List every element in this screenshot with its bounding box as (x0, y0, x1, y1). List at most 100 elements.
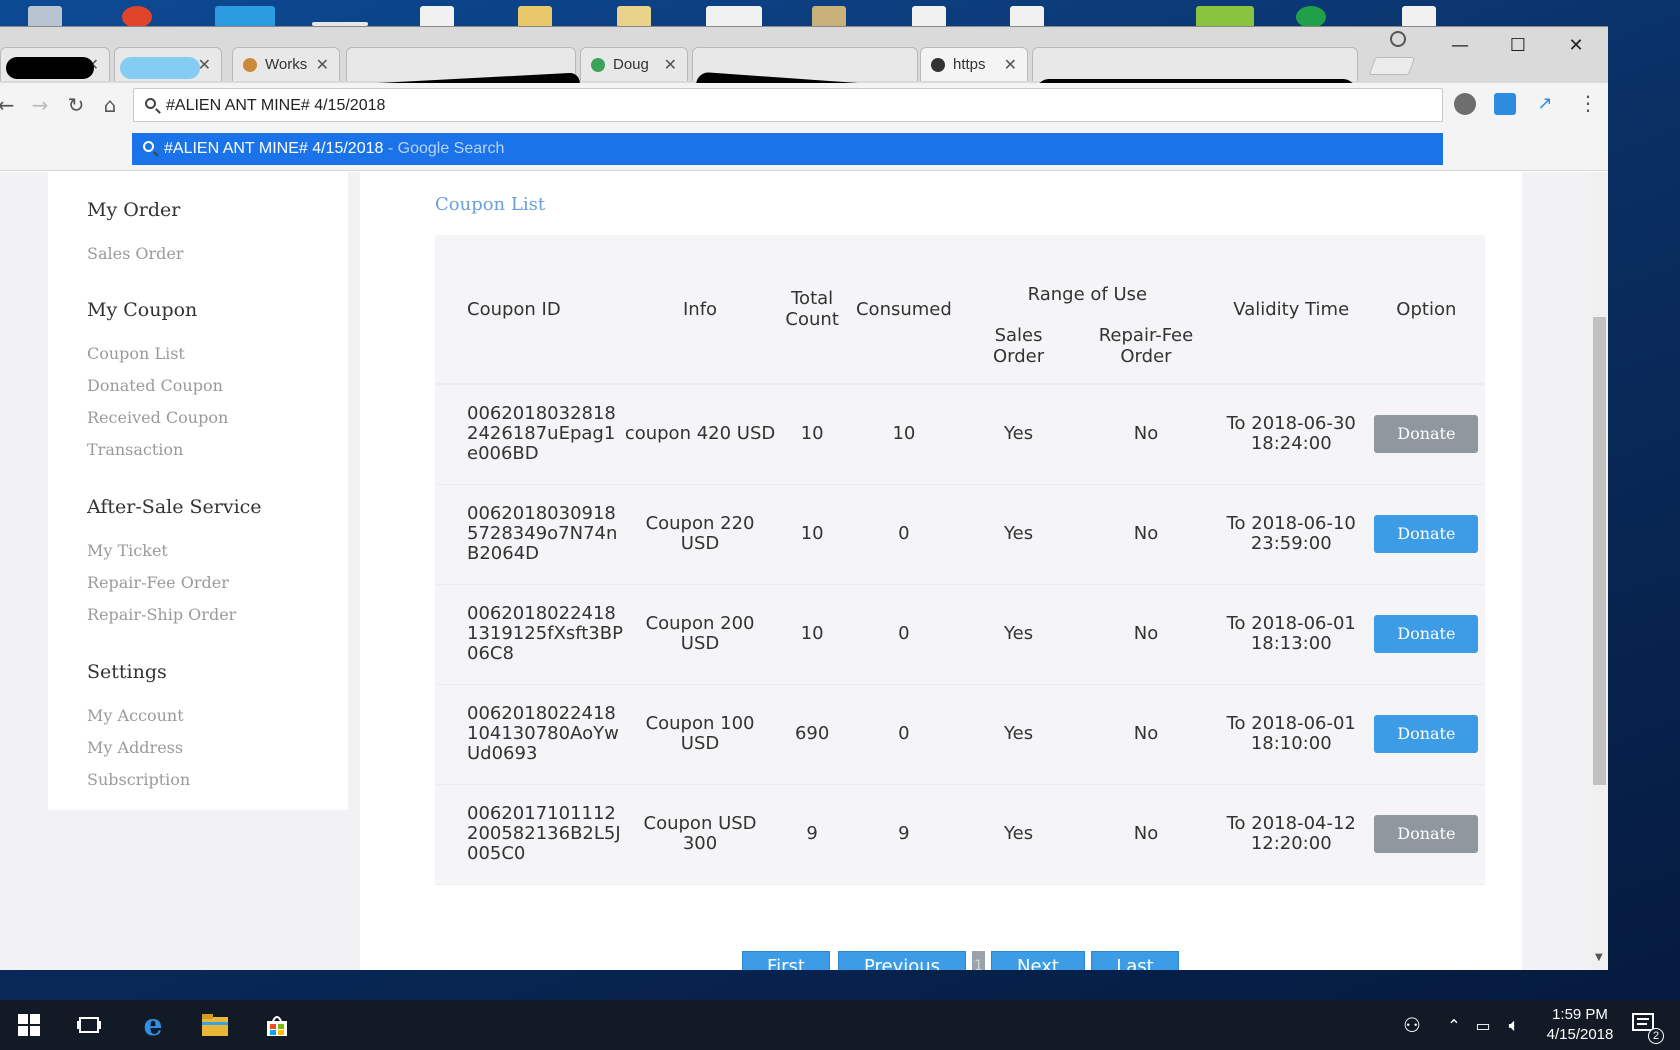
close-tab-icon[interactable]: ✕ (664, 55, 677, 75)
desktop-icon[interactable] (1196, 6, 1254, 28)
desktop-icon[interactable] (1402, 6, 1436, 28)
sidebar-heading-after-sale: After-Sale Service (87, 496, 262, 518)
edge-browser-icon[interactable]: e (136, 1008, 170, 1043)
previous-page-button[interactable]: Previous (838, 951, 966, 970)
desktop-icon[interactable] (420, 6, 454, 28)
validity-time-cell: To 2018-06-10 23:59:00 (1226, 513, 1356, 554)
task-view-icon[interactable] (72, 1008, 106, 1042)
profile-icon[interactable] (1390, 31, 1406, 47)
close-tab-icon[interactable]: ✕ (1004, 55, 1017, 75)
browser-tab[interactable] (1032, 47, 1358, 81)
browser-menu-icon[interactable]: ⋮ (1578, 91, 1598, 115)
sidebar-item-repair-ship-order[interactable]: Repair-Ship Order (87, 605, 236, 624)
coupon-table: Coupon ID Info Total Count Consumed Rang… (435, 235, 1485, 885)
suggestion-hint: - Google Search (387, 140, 505, 157)
windows-start-icon[interactable] (12, 1008, 46, 1042)
sidebar-item-donated-coupon[interactable]: Donated Coupon (87, 376, 223, 395)
sidebar-item-my-account[interactable]: My Account (87, 706, 184, 725)
desktop-icon[interactable] (215, 6, 275, 28)
option-cell: Donate (1368, 684, 1485, 784)
consumed-cell: 0 (898, 623, 910, 644)
extension-expand-icon[interactable] (1494, 93, 1516, 115)
consumed-cell: 0 (898, 723, 910, 744)
close-tab-icon[interactable]: ✕ (316, 55, 329, 75)
home-icon[interactable]: ⌂ (96, 91, 124, 119)
sidebar-heading-my-order: My Order (87, 199, 181, 221)
scrollbar-thumb[interactable] (1593, 317, 1606, 785)
browser-tab[interactable]: Works ✕ (232, 47, 340, 81)
donate-button[interactable]: Donate (1374, 615, 1479, 653)
reload-icon[interactable]: ↻ (62, 91, 90, 119)
desktop-icon[interactable] (1010, 6, 1044, 28)
action-center-icon[interactable]: 2 (1628, 1008, 1664, 1044)
sidebar-item-my-address[interactable]: My Address (87, 738, 183, 757)
sidebar-item-my-ticket[interactable]: My Ticket (87, 541, 168, 560)
sales-order-cell: Yes (1004, 723, 1034, 744)
desktop-icon[interactable] (1296, 6, 1326, 28)
search-icon (143, 141, 154, 152)
scroll-down-arrow-icon[interactable]: ▼ (1595, 952, 1603, 963)
browser-window: ✕ ✕ Works ✕ Doug ✕ https ✕ — ☐ (0, 26, 1608, 970)
browser-toolbar: ← → ↻ ⌂ #ALIEN ANT MINE# 4/15/2018 ↗ ⋮ (0, 83, 1608, 129)
donate-button[interactable]: Donate (1374, 515, 1479, 553)
file-explorer-icon[interactable] (198, 1008, 232, 1042)
desktop-icon[interactable] (812, 6, 846, 28)
sales-order-cell: Yes (1004, 523, 1034, 544)
sales-order-cell: Yes (1004, 423, 1034, 445)
store-icon[interactable] (260, 1008, 294, 1042)
minimize-icon[interactable]: — (1432, 29, 1488, 61)
column-header-sales-order: Sales Order (992, 325, 1045, 367)
option-cell: Donate (1368, 484, 1485, 584)
forward-icon[interactable]: → (26, 91, 54, 119)
column-header-total-count: Total Count (785, 288, 839, 330)
next-page-button[interactable]: Next (991, 951, 1085, 970)
extension-link-icon[interactable]: ↗ (1534, 93, 1556, 115)
breadcrumb[interactable]: Coupon List (435, 194, 545, 215)
address-text: #ALIEN ANT MINE# 4/15/2018 (166, 97, 386, 114)
validity-time-cell: To 2018-04-12 12:20:00 (1226, 813, 1356, 854)
volume-icon[interactable]: 🔈︎ (1497, 1008, 1531, 1042)
browser-tab-active[interactable]: https ✕ (920, 47, 1028, 81)
new-tab-button[interactable] (1368, 57, 1416, 75)
back-icon[interactable]: ← (0, 91, 20, 119)
desktop-icon[interactable] (122, 6, 152, 28)
maximize-icon[interactable]: ☐ (1490, 29, 1546, 61)
desktop-icon[interactable] (912, 6, 946, 28)
repair-fee-order-cell: No (1133, 623, 1159, 644)
consumed-cell: 9 (898, 823, 910, 844)
sales-order-cell: Yes (1004, 623, 1034, 644)
sidebar-item-received-coupon[interactable]: Received Coupon (87, 408, 228, 427)
people-icon[interactable]: ⚇ (1395, 1008, 1429, 1042)
close-window-icon[interactable]: ✕ (1548, 29, 1604, 61)
column-header-range-of-use: Range of Use (1027, 284, 1148, 305)
desktop-icon[interactable] (518, 6, 552, 28)
desktop-icon[interactable] (617, 6, 651, 28)
tab-favicon-icon (243, 57, 257, 72)
search-suggestion[interactable]: #ALIEN ANT MINE# 4/15/2018 - Google Sear… (132, 133, 1443, 165)
donate-button[interactable]: Donate (1374, 815, 1479, 853)
sidebar-item-subscription[interactable]: Subscription (87, 770, 190, 789)
donate-button[interactable]: Donate (1374, 415, 1479, 454)
desktop-icon[interactable] (28, 6, 62, 28)
address-bar[interactable]: #ALIEN ANT MINE# 4/15/2018 (133, 88, 1443, 122)
coupon-id-cell: 0062018022418104130780AoYwUd0693 (467, 703, 619, 764)
total-count-cell: 9 (806, 823, 818, 844)
sidebar-item-transaction[interactable]: Transaction (87, 440, 183, 459)
extension-database-icon[interactable] (1454, 93, 1476, 115)
main-content: Coupon List Coupon ID Info Total Count C… (360, 172, 1522, 970)
page-scrollbar[interactable]: ▼ (1591, 172, 1608, 970)
page-content: My Order Sales Order My Coupon Coupon Li… (0, 172, 1591, 970)
system-clock[interactable]: 1:59 PM 4/15/2018 (1530, 1005, 1630, 1045)
tab-favicon-icon (931, 57, 945, 72)
sidebar-item-sales-order[interactable]: Sales Order (87, 244, 184, 263)
sidebar-item-repair-fee-order[interactable]: Repair-Fee Order (87, 573, 229, 592)
network-icon[interactable]: ▭ (1466, 1008, 1500, 1042)
sidebar-item-coupon-list[interactable]: Coupon List (87, 344, 185, 363)
donate-button[interactable]: Donate (1374, 715, 1479, 753)
browser-tab[interactable]: Doug ✕ (580, 47, 688, 81)
desktop-icon[interactable] (706, 6, 762, 28)
tab-strip: ✕ ✕ Works ✕ Doug ✕ https ✕ — ☐ (0, 27, 1608, 111)
first-page-button[interactable]: First (742, 951, 830, 970)
last-page-button[interactable]: Last (1091, 951, 1179, 970)
total-count-cell: 690 (794, 723, 830, 744)
